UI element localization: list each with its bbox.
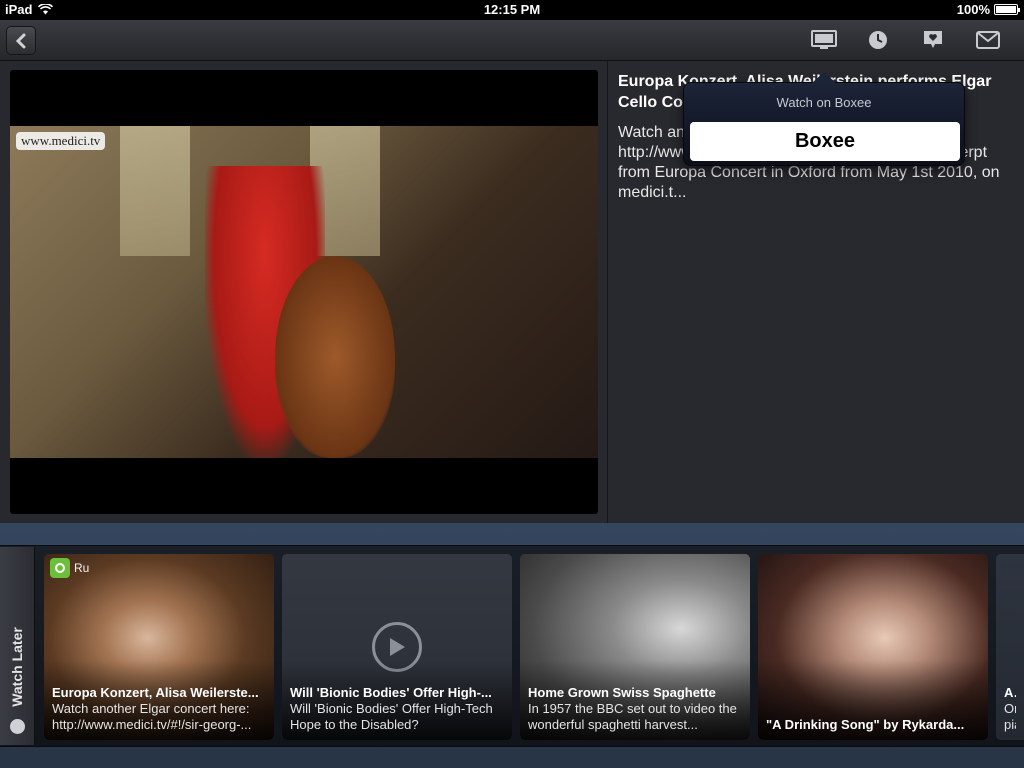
toolbar: [0, 20, 1024, 61]
clock-icon: [869, 31, 887, 49]
card-description: Will 'Bionic Bodies' Offer High-Tech Hop…: [290, 701, 493, 732]
battery-icon: [994, 4, 1020, 15]
divider: [607, 61, 608, 523]
card-title: "A Drinking Song" by Rykarda...: [766, 717, 965, 732]
source-badge: Ru: [50, 558, 89, 578]
card-title: Will 'Bionic Bodies' Offer High-...: [290, 685, 492, 700]
watch-later-label: Watch Later: [9, 627, 25, 707]
source-logo-icon: [50, 558, 70, 578]
popover-title: Watch on Boxee: [776, 95, 872, 110]
share-comment-button[interactable]: [919, 27, 947, 53]
video-card[interactable]: "A Drinking Song" by Rykarda...: [758, 554, 988, 740]
mail-icon: [976, 31, 1000, 49]
card-description: Watch another Elgar concert here: http:/…: [52, 701, 252, 732]
boxee-button[interactable]: Boxee: [690, 122, 960, 161]
card-description: One pia: [1004, 701, 1016, 732]
video-card[interactable]: AN One pia: [996, 554, 1024, 740]
video-player[interactable]: www.medici.tv: [10, 70, 598, 514]
clock-icon: [10, 719, 25, 734]
watch-later-button[interactable]: [864, 27, 892, 53]
status-bar: iPad 12:15 PM 100%: [0, 0, 1024, 20]
tv-icon: [811, 30, 837, 49]
watch-later-tab[interactable]: Watch Later: [0, 547, 35, 745]
video-card[interactable]: Home Grown Swiss Spaghette In 1957 the B…: [520, 554, 750, 740]
video-watermark: www.medici.tv: [16, 132, 106, 150]
source-label: Ru: [74, 561, 90, 575]
status-time: 12:15 PM: [483, 2, 541, 17]
chevron-left-icon: [16, 33, 26, 48]
battery-percent: 100%: [956, 2, 990, 17]
video-frame-image: www.medici.tv: [10, 126, 598, 458]
comment-heart-icon: [924, 31, 942, 48]
video-card[interactable]: Will 'Bionic Bodies' Offer High-... Will…: [282, 554, 512, 740]
watch-on-popover: Watch on Boxee Boxee: [683, 72, 965, 166]
watch-on-tv-button[interactable]: [810, 27, 838, 53]
card-title: Europa Konzert, Alisa Weilerste...: [52, 685, 259, 700]
video-card[interactable]: Ru Europa Konzert, Alisa Weilerste... Wa…: [44, 554, 274, 740]
card-description: In 1957 the BBC set out to video the won…: [528, 701, 737, 732]
email-button[interactable]: [974, 27, 1002, 53]
card-title: Home Grown Swiss Spaghette: [528, 685, 716, 700]
card-title: AN: [1004, 685, 1016, 700]
back-button[interactable]: [6, 26, 36, 55]
